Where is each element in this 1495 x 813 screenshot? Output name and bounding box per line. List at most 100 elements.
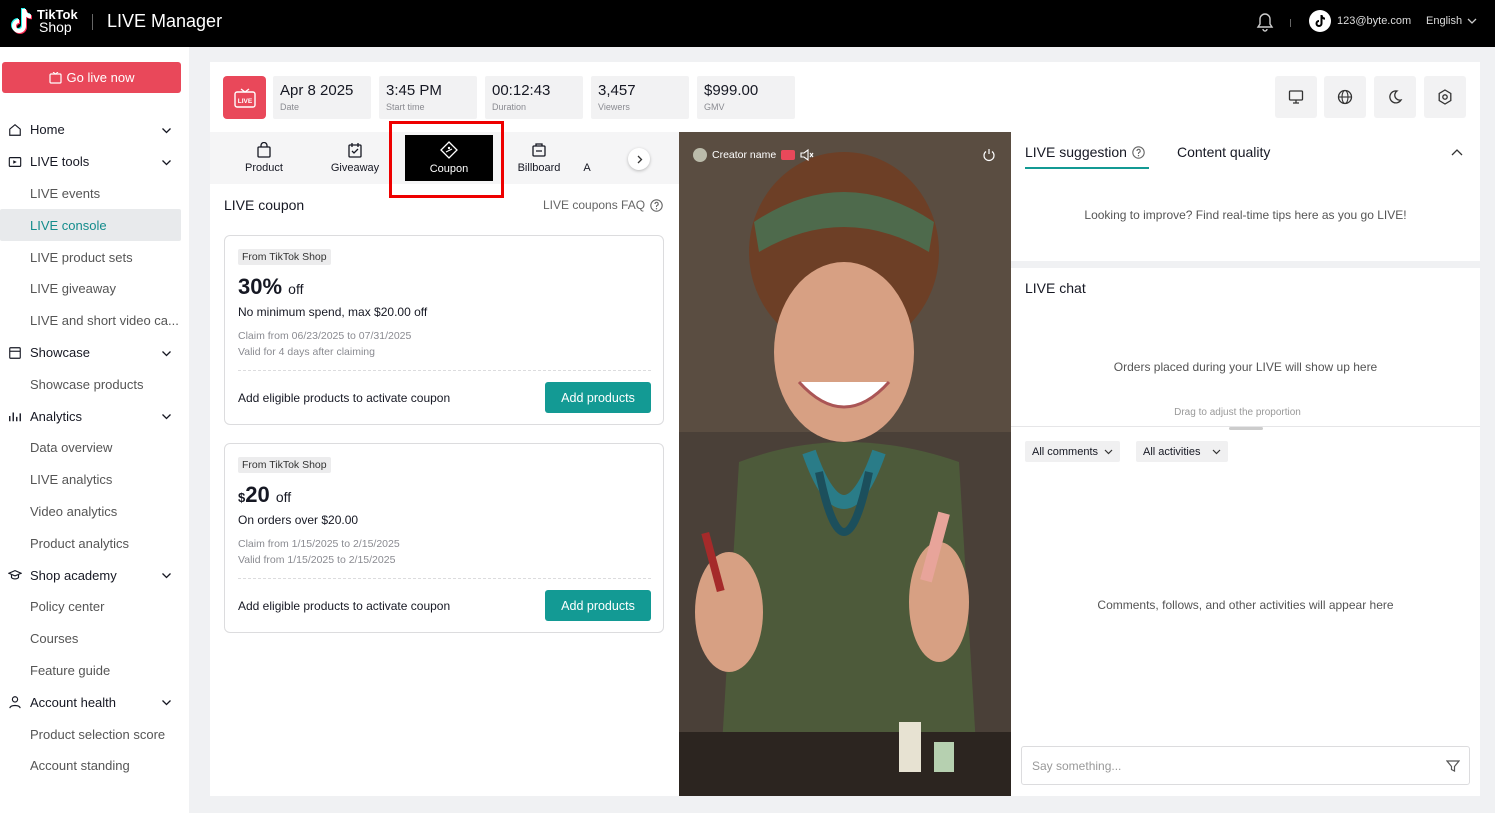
user-avatar[interactable]	[1309, 10, 1331, 32]
faq-label: LIVE coupons FAQ	[543, 198, 646, 212]
giveaway-icon	[348, 143, 362, 158]
activities-filter-dropdown[interactable]: All activities	[1136, 441, 1229, 462]
sidebar-item-courses[interactable]: Courses	[0, 623, 189, 655]
settings-button[interactable]	[1424, 76, 1466, 118]
stat-label: Viewers	[598, 102, 630, 112]
sidebar-item-product-analytics[interactable]: Product analytics	[0, 527, 189, 559]
language-selector[interactable]: English	[1426, 15, 1462, 27]
tab-giveaway[interactable]: Giveaway	[311, 132, 399, 184]
sidebar-item-data-overview[interactable]: Data overview	[0, 432, 189, 464]
tab-live-suggestion[interactable]: LIVE suggestion	[1025, 144, 1145, 160]
add-products-button[interactable]: Add products	[545, 590, 651, 621]
coupon-claim: Claim from 06/23/2025 to 07/31/2025	[238, 330, 412, 342]
sidebar-item-live-product-sets[interactable]: LIVE product sets	[0, 241, 189, 273]
coupon-off: off	[275, 489, 292, 505]
chevron-down-icon[interactable]	[161, 697, 172, 708]
chevron-down-icon[interactable]	[161, 570, 172, 581]
live-tv-icon: LIVE	[233, 87, 256, 108]
add-products-button[interactable]: Add products	[545, 382, 651, 413]
bag-icon	[257, 142, 271, 158]
live-video-preview[interactable]: Creator name	[679, 132, 1011, 796]
sidebar-item-label: LIVE product sets	[30, 249, 133, 265]
drag-hint: Drag to adjust the proportion	[1174, 407, 1301, 418]
sidebar-item-product-selection-score[interactable]: Product selection score	[0, 718, 189, 750]
sidebar-item-label: Shop academy	[30, 567, 117, 583]
stat-value: $999.00	[704, 82, 759, 99]
monitor-button[interactable]	[1275, 76, 1317, 118]
sidebar-item-label: Data overview	[30, 440, 113, 456]
comments-filter-dropdown[interactable]: All comments	[1025, 441, 1121, 462]
live-icon	[48, 71, 62, 84]
chevron-down-icon[interactable]	[161, 157, 172, 168]
sidebar-item-label: LIVE giveaway	[30, 281, 116, 297]
tab-billboard[interactable]: Billboard	[495, 132, 583, 184]
user-email[interactable]: 123@byte.com	[1337, 15, 1411, 27]
dark-mode-button[interactable]	[1374, 76, 1416, 118]
coupon-section-title: LIVE coupon	[224, 197, 305, 213]
sidebar-item-showcase-products[interactable]: Showcase products	[0, 368, 189, 400]
chat-title: LIVE chat	[1025, 280, 1086, 296]
coupon-claim: Claim from 1/15/2025 to 2/15/2025	[238, 538, 400, 550]
coupon-valid: Valid for 4 days after claiming	[238, 346, 375, 358]
activities-empty-text: Comments, follows, and other activities …	[1097, 598, 1394, 612]
coupon-source-badge: From TikTok Shop	[238, 457, 331, 473]
sidebar-item-label: Product analytics	[30, 535, 129, 551]
stat-viewers: 3,457 Viewers	[591, 76, 689, 119]
mute-icon[interactable]	[800, 149, 814, 161]
filter-label: All activities	[1143, 445, 1201, 458]
sidebar-item-live-tools[interactable]: LIVE tools	[0, 146, 189, 178]
chevron-down-icon[interactable]	[161, 411, 172, 422]
sidebar-item-account-health[interactable]: Account health	[0, 686, 189, 718]
sidebar-item-live-analytics[interactable]: LIVE analytics	[0, 464, 189, 496]
tab-content-quality[interactable]: Content quality	[1177, 144, 1270, 160]
drag-handle[interactable]	[1229, 427, 1263, 430]
stat-value: 3,457	[598, 82, 636, 99]
chevron-down-icon[interactable]	[1467, 16, 1477, 26]
sidebar-item-feature-guide[interactable]: Feature guide	[0, 655, 189, 687]
stat-value: 3:45 PM	[386, 82, 442, 99]
chevron-down-icon[interactable]	[161, 348, 172, 359]
live-badge-text: LIVE	[237, 98, 252, 105]
sidebar-item-shop-academy[interactable]: Shop academy	[0, 559, 189, 591]
chat-input[interactable]: Say something...	[1021, 746, 1470, 785]
power-icon[interactable]	[982, 148, 996, 162]
sidebar-item-home[interactable]: Home	[0, 114, 189, 146]
tabs-next-button[interactable]	[628, 148, 650, 170]
stat-duration: 00:12:43 Duration	[485, 76, 583, 119]
tab-truncated[interactable]: A	[572, 132, 602, 184]
sidebar-item-showcase[interactable]: Showcase	[0, 337, 189, 369]
chevron-down-icon	[1104, 449, 1113, 455]
sidebar-item-live-and-short-video-ca[interactable]: LIVE and short video ca...	[0, 305, 189, 337]
tab-product[interactable]: Product	[220, 132, 308, 184]
go-live-button[interactable]: Go live now	[2, 62, 181, 93]
chevron-right-icon	[637, 155, 642, 163]
sidebar-item-policy-center[interactable]: Policy center	[0, 591, 189, 623]
stat-label: Start time	[386, 102, 425, 112]
header-divider-2	[1290, 19, 1291, 27]
live-console-main: LIVE Apr 8 2025 Date 3:45 PM Start time …	[210, 62, 1480, 796]
tiktok-shop-logo[interactable]: TikTok Shop	[9, 7, 78, 35]
sidebar-item-analytics[interactable]: Analytics	[0, 400, 189, 432]
logo-line2: Shop	[39, 19, 72, 35]
sidebar-item-label: Policy center	[30, 599, 105, 615]
sidebar-item-video-analytics[interactable]: Video analytics	[0, 496, 189, 528]
sidebar-item-label: Showcase	[30, 344, 90, 360]
sidebar-item-label: Feature guide	[30, 662, 111, 678]
bell-icon[interactable]	[1256, 12, 1274, 32]
showcase-icon	[9, 346, 21, 359]
suggestion-empty-text: Looking to improve? Find real-time tips …	[1084, 208, 1407, 222]
chevron-up-icon[interactable]	[1451, 147, 1463, 159]
sidebar-item-label: Analytics	[30, 408, 83, 424]
globe-button[interactable]	[1324, 76, 1366, 118]
sidebar-item-live-events[interactable]: LIVE events	[0, 178, 189, 210]
header-divider	[92, 14, 93, 30]
filter-icon[interactable]	[1446, 759, 1460, 773]
sidebar-item-live-giveaway[interactable]: LIVE giveaway	[0, 273, 189, 305]
sidebar-item-live-console[interactable]: LIVE console	[0, 209, 181, 242]
chevron-down-icon[interactable]	[161, 125, 172, 136]
sidebar: Go live now Home LIVE tools LIVE events LIV…	[0, 47, 189, 813]
sidebar-item-account-standing[interactable]: Account standing	[0, 750, 189, 782]
sidebar-item-label: LIVE tools	[30, 154, 90, 170]
coupons-faq-link[interactable]: LIVE coupons FAQ	[543, 198, 663, 212]
coupon-card: From TikTok Shop 30% off No minimum spen…	[224, 235, 664, 425]
